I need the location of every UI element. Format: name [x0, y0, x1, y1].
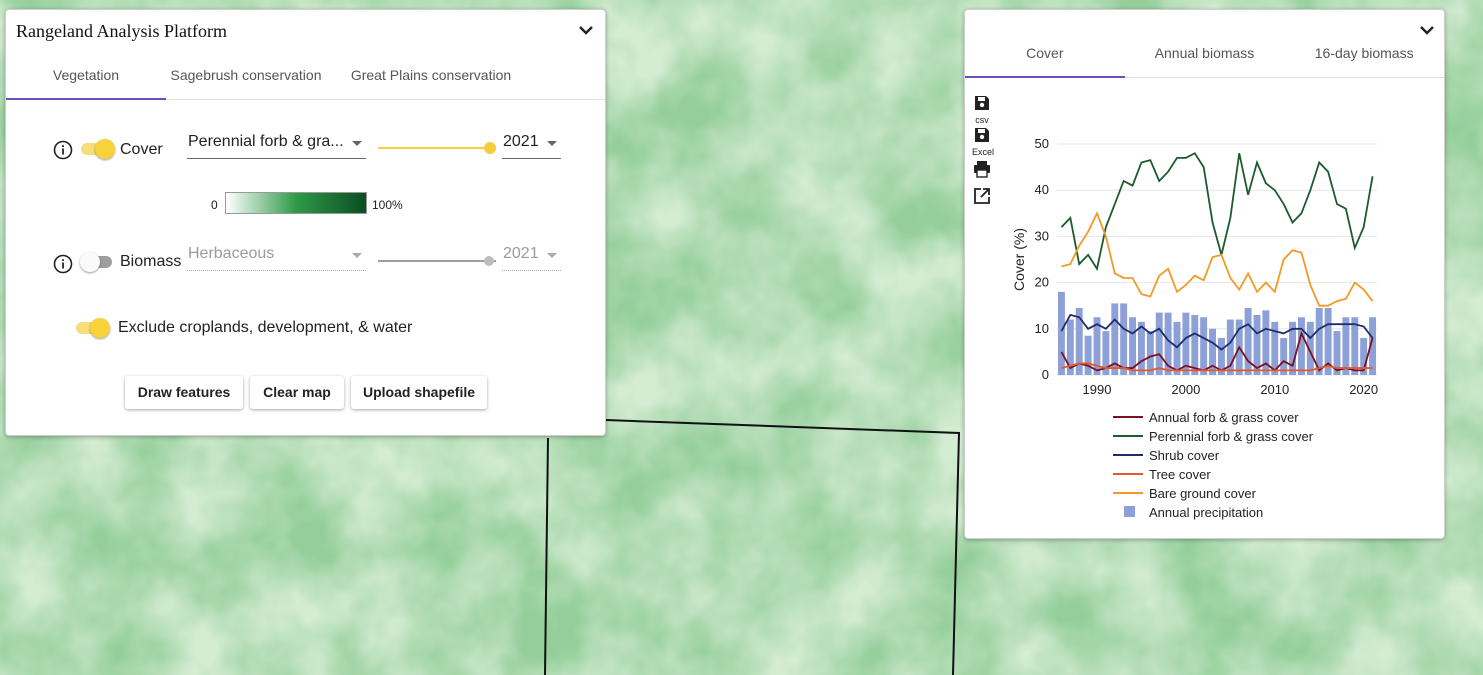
cover-layer-value: Perennial forb & gra...: [188, 133, 344, 150]
x-tick-label: 2000: [1171, 382, 1200, 397]
chart-panel: Cover Annual biomass 16-day biomass csv …: [964, 9, 1445, 539]
clear-map-button[interactable]: Clear map: [250, 376, 344, 409]
draw-features-button[interactable]: Draw features: [125, 376, 243, 409]
precipitation-bar: [1173, 321, 1181, 375]
precipitation-bar: [1280, 338, 1288, 375]
biomass-label: Biomass: [120, 253, 182, 270]
cover-year-slider[interactable]: [378, 138, 496, 158]
layer-tabs: Vegetation Sagebrush conservation Great …: [6, 64, 605, 100]
precipitation-bar: [1057, 291, 1065, 375]
tab-great-plains-conservation[interactable]: Great Plains conservation: [326, 64, 536, 99]
caret-down-icon: [547, 253, 557, 258]
biomass-year-value: 2021: [503, 245, 539, 262]
y-tick-label: 30: [1035, 228, 1049, 243]
biomass-layer-value: Herbaceous: [188, 245, 275, 262]
cover-year-value: 2021: [503, 133, 539, 150]
legend-item-label: Tree cover: [1149, 467, 1211, 482]
y-tick-label: 0: [1042, 367, 1049, 382]
x-tick-label: 2020: [1349, 382, 1378, 397]
cover-color-scale: [225, 192, 367, 214]
legend-max-label: 100%: [372, 198, 403, 212]
y-tick-label: 20: [1035, 275, 1049, 290]
upload-shapefile-button[interactable]: Upload shapefile: [351, 376, 487, 409]
y-tick-label: 50: [1035, 136, 1049, 151]
precipitation-bar: [1155, 312, 1163, 375]
precipitation-bar: [1297, 317, 1305, 375]
biomass-toggle[interactable]: [80, 251, 116, 273]
series-line: [1061, 211, 1374, 307]
y-tick-label: 40: [1035, 182, 1049, 197]
precipitation-bar: [1342, 317, 1350, 375]
caret-down-icon: [352, 253, 362, 258]
biomass-layer-select[interactable]: Herbaceous: [187, 243, 366, 271]
precipitation-bar: [1084, 335, 1092, 375]
app-title: Rangeland Analysis Platform: [16, 21, 227, 41]
legend-min-label: 0: [211, 198, 218, 212]
tab-sagebrush-conservation[interactable]: Sagebrush conservation: [166, 64, 326, 99]
x-tick-label: 2010: [1260, 382, 1289, 397]
cover-year-select[interactable]: 2021: [502, 131, 561, 159]
biomass-year-slider[interactable]: [378, 251, 496, 271]
caret-down-icon: [547, 141, 557, 146]
y-tick-label: 10: [1035, 321, 1049, 336]
precipitation-bar: [1209, 328, 1217, 375]
legend-item-label: Bare ground cover: [1149, 486, 1257, 501]
precipitation-bar: [1244, 308, 1252, 375]
slider-thumb[interactable]: [484, 256, 494, 266]
precipitation-bar: [1137, 321, 1145, 375]
y-axis-label: Cover (%): [1011, 228, 1027, 291]
precipitation-bar: [1351, 317, 1359, 375]
precipitation-bar: [1200, 317, 1208, 375]
caret-down-icon: [352, 141, 362, 146]
chevron-down-icon[interactable]: [577, 24, 595, 38]
cover-chart: 0 10 20 30 40 50 1990 2000 2010 2020 Cover (%) Annu…: [1011, 136, 1378, 520]
legend-swatch: [1124, 506, 1135, 517]
cover-label: Cover: [120, 141, 163, 158]
precipitation-bar: [1120, 303, 1128, 375]
exclude-label: Exclude croplands, development, & water: [118, 319, 413, 336]
series-line: [1060, 152, 1374, 272]
legend-item-label: Annual forb & grass cover: [1149, 410, 1299, 425]
precipitation-bar: [1146, 331, 1154, 375]
precipitation-bar: [1191, 314, 1199, 375]
exclude-toggle[interactable]: [74, 317, 110, 339]
info-icon[interactable]: [53, 254, 73, 274]
legend-item-label: Shrub cover: [1149, 448, 1220, 463]
slider-thumb[interactable]: [484, 142, 496, 154]
legend-item-label: Perennial forb & grass cover: [1149, 429, 1314, 444]
layers-panel: Rangeland Analysis Platform Vegetation S…: [5, 9, 606, 436]
cover-toggle[interactable]: [79, 138, 115, 160]
biomass-year-select[interactable]: 2021: [502, 243, 561, 271]
cover-layer-select[interactable]: Perennial forb & gra...: [187, 131, 366, 159]
x-tick-label: 1990: [1083, 382, 1112, 397]
info-icon[interactable]: [53, 140, 73, 160]
legend-item-label: Annual precipitation: [1149, 505, 1263, 520]
tab-vegetation[interactable]: Vegetation: [6, 64, 166, 100]
